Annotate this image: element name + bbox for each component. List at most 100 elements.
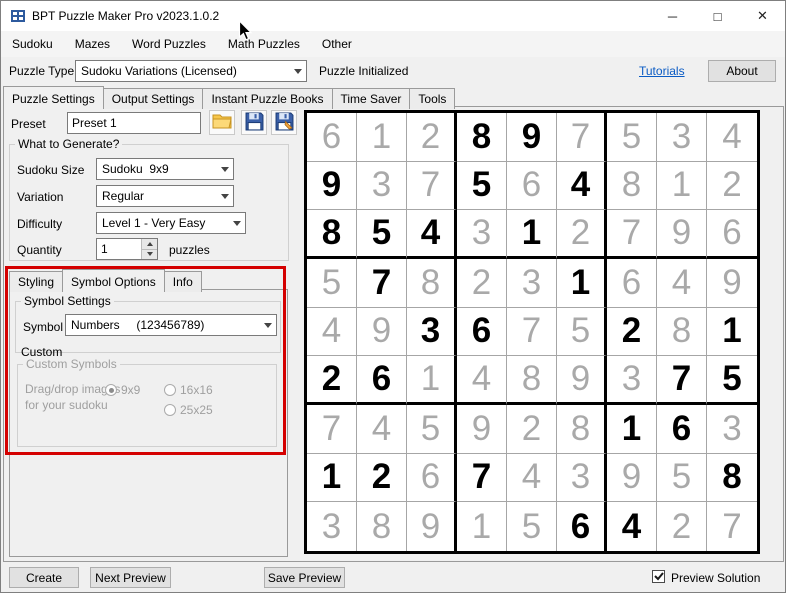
variation-value: Regular	[97, 189, 216, 203]
menu-bar: Sudoku Mazes Word Puzzles Math Puzzles O…	[1, 31, 785, 57]
tab-tools[interactable]: Tools	[409, 88, 455, 109]
sudoku-cell: 9	[657, 210, 707, 259]
save-as-icon	[275, 112, 294, 134]
save-preset-button[interactable]	[241, 110, 267, 135]
difficulty-combobox[interactable]: Level 1 - Very Easy	[96, 212, 246, 234]
puzzle-type-combobox[interactable]: Sudoku Variations (Licensed)	[75, 60, 307, 82]
sudoku-cell: 1	[557, 259, 607, 308]
app-window: BPT Puzzle Maker Pro v2023.1.0.2 ─ □ ✕ S…	[0, 0, 786, 593]
sudoku-cell: 8	[407, 259, 457, 308]
create-button[interactable]: Create	[9, 567, 79, 588]
sudoku-cell: 2	[357, 454, 407, 503]
custom-symbols-title: Custom Symbols	[23, 357, 120, 371]
sudoku-cell: 9	[507, 113, 557, 162]
symbol-label: Symbol	[23, 320, 63, 334]
sudoku-cell: 3	[707, 405, 757, 454]
quantity-stepper[interactable]	[96, 238, 158, 260]
sudoku-cell: 8	[557, 405, 607, 454]
sudoku-size-label: Sudoku Size	[17, 163, 84, 177]
symbol-settings-title: Symbol Settings	[21, 294, 114, 308]
sudoku-cell: 3	[407, 308, 457, 357]
sudoku-cell: 4	[357, 405, 407, 454]
dragdrop-hint-line2: for your sudoku	[25, 398, 108, 412]
minimize-icon[interactable]: ─	[650, 1, 695, 31]
sudoku-cell: 6	[607, 259, 657, 308]
sudoku-cell: 3	[357, 162, 407, 211]
tutorials-link[interactable]: Tutorials	[639, 64, 685, 78]
sudoku-cell: 2	[407, 113, 457, 162]
menu-sudoku[interactable]: Sudoku	[1, 31, 64, 57]
sudoku-cell: 4	[457, 356, 507, 405]
chevron-down-icon	[147, 252, 153, 256]
quantity-input[interactable]	[97, 239, 141, 259]
tab-styling[interactable]: Styling	[9, 271, 63, 292]
sudoku-cell: 8	[657, 308, 707, 357]
menu-mazes[interactable]: Mazes	[64, 31, 121, 57]
sudoku-cell: 4	[307, 308, 357, 357]
about-button[interactable]: About	[708, 60, 776, 82]
open-preset-button[interactable]	[209, 110, 235, 135]
sudoku-cell: 3	[607, 356, 657, 405]
mouse-cursor	[238, 20, 254, 44]
sudoku-cell: 9	[307, 162, 357, 211]
sudoku-cell: 4	[557, 162, 607, 211]
sudoku-size-combobox[interactable]: Sudoku 9x9	[96, 158, 234, 180]
save-preset-as-button[interactable]	[271, 110, 297, 135]
tab-time-saver[interactable]: Time Saver	[332, 88, 411, 109]
variation-combobox[interactable]: Regular	[96, 185, 234, 207]
sudoku-cell: 8	[707, 454, 757, 503]
chevron-up-icon	[147, 242, 153, 246]
maximize-icon[interactable]: □	[695, 1, 740, 31]
sudoku-cell: 6	[457, 308, 507, 357]
radio-button-icon	[164, 404, 176, 416]
menu-other[interactable]: Other	[311, 31, 363, 57]
sudoku-cell: 7	[357, 259, 407, 308]
sudoku-cell: 7	[457, 454, 507, 503]
sudoku-cell: 7	[557, 113, 607, 162]
folder-icon	[212, 113, 232, 132]
sudoku-cell: 1	[507, 210, 557, 259]
sudoku-cell: 8	[507, 356, 557, 405]
sudoku-cell: 5	[407, 405, 457, 454]
quantity-label: Quantity	[17, 243, 62, 257]
sudoku-cell: 2	[607, 308, 657, 357]
menu-math-puzzles[interactable]: Math Puzzles	[217, 31, 311, 57]
save-preview-button[interactable]: Save Preview	[264, 567, 345, 588]
tab-symbol-options[interactable]: Symbol Options	[62, 269, 165, 292]
sudoku-cell: 9	[457, 405, 507, 454]
tab-puzzle-settings[interactable]: Puzzle Settings	[3, 86, 104, 109]
quantity-suffix-label: puzzles	[169, 243, 210, 257]
sudoku-cell: 6	[557, 502, 607, 551]
radio-25x25-label: 25x25	[180, 403, 213, 417]
sudoku-cell: 2	[307, 356, 357, 405]
sudoku-cell: 1	[607, 405, 657, 454]
sudoku-cell: 1	[307, 454, 357, 503]
sudoku-cell: 8	[357, 502, 407, 551]
tab-output-settings[interactable]: Output Settings	[103, 88, 204, 109]
sudoku-cell: 4	[707, 113, 757, 162]
quantity-up-button[interactable]	[142, 239, 157, 249]
app-icon	[10, 8, 26, 24]
sudoku-cell: 5	[707, 356, 757, 405]
menu-word-puzzles[interactable]: Word Puzzles	[121, 31, 217, 57]
next-preview-button[interactable]: Next Preview	[90, 567, 171, 588]
sudoku-cell: 4	[407, 210, 457, 259]
radio-button-icon	[105, 384, 117, 396]
tab-info[interactable]: Info	[164, 271, 202, 292]
quantity-down-button[interactable]	[142, 249, 157, 260]
sudoku-cell: 1	[407, 356, 457, 405]
sudoku-cell: 6	[707, 210, 757, 259]
sudoku-cell: 2	[557, 210, 607, 259]
tab-instant-puzzle-books[interactable]: Instant Puzzle Books	[202, 88, 332, 109]
preview-solution-checkbox[interactable]	[652, 570, 665, 583]
sudoku-size-value: Sudoku 9x9	[97, 162, 216, 176]
window-title: BPT Puzzle Maker Pro v2023.1.0.2	[32, 9, 219, 23]
sudoku-cell: 9	[407, 502, 457, 551]
preset-input[interactable]	[67, 112, 201, 134]
sudoku-cell: 3	[307, 502, 357, 551]
sudoku-cell: 5	[507, 502, 557, 551]
status-text: Puzzle Initialized	[319, 64, 408, 78]
close-icon[interactable]: ✕	[740, 1, 785, 31]
symbol-combobox[interactable]: Numbers (123456789)	[65, 314, 277, 336]
sudoku-cell: 9	[607, 454, 657, 503]
